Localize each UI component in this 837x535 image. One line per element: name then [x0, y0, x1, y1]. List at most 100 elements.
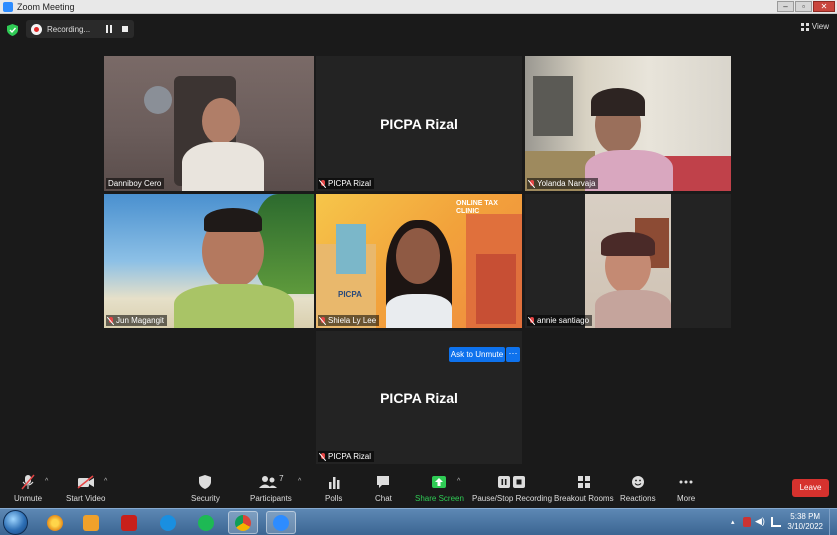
breakout-rooms-label: Breakout Rooms: [554, 494, 614, 503]
window-controls: – ▫ ✕: [777, 1, 835, 12]
taskbar-app-edge[interactable]: [153, 511, 183, 534]
participant-name-tag: Danniboy Cero: [106, 178, 165, 189]
minimize-button[interactable]: –: [777, 1, 794, 12]
participant-name-tag: Jun Magangit: [106, 315, 168, 326]
participants-icon: 7: [258, 474, 284, 490]
participants-count: 7: [279, 474, 284, 483]
video-tile[interactable]: ONLINE TAX CLINIC PICPA Shiela Ly Lee: [316, 194, 522, 328]
recording-icon: [31, 23, 42, 35]
view-button[interactable]: View: [800, 22, 829, 31]
unmute-label: Unmute: [14, 494, 43, 503]
chat-button[interactable]: Chat: [375, 474, 392, 503]
tile-more-button[interactable]: ···: [506, 347, 520, 362]
taskbar-app-media[interactable]: [76, 511, 106, 534]
participant-name-tag: PICPA Rizal: [318, 451, 374, 462]
participant-video: [525, 56, 731, 191]
participants-label: Participants: [250, 494, 292, 503]
spotify-icon: [198, 514, 214, 531]
reactions-label: Reactions: [620, 494, 656, 503]
zoom-logo-icon: [3, 1, 13, 12]
media-player-icon: [83, 514, 99, 531]
meeting-area: Recording... View Danniboy Cero PICPA Ri…: [0, 14, 837, 470]
view-label: View: [811, 22, 829, 31]
recording-label: Recording...: [47, 24, 91, 34]
participant-name-tag: PICPA Rizal: [318, 178, 374, 189]
participant-display-name: PICPA Rizal: [380, 115, 458, 132]
mic-muted-icon: [529, 179, 535, 188]
polls-icon: [328, 474, 340, 490]
tray-app-icon[interactable]: [743, 517, 751, 527]
network-icon[interactable]: [771, 517, 781, 527]
mic-muted-icon: [320, 179, 326, 188]
unmute-button[interactable]: Unmute: [14, 474, 42, 503]
breakout-rooms-button[interactable]: Breakout Rooms: [554, 474, 614, 503]
taskbar-app-spotify[interactable]: [191, 511, 221, 534]
close-button[interactable]: ✕: [813, 1, 835, 12]
mic-muted-icon: [108, 316, 114, 325]
tray-expand-icon[interactable]: ▴: [731, 518, 735, 526]
maximize-button[interactable]: ▫: [795, 1, 812, 12]
participant-name: annie santiago: [537, 316, 590, 325]
participant-name: Yolanda Narvaja: [537, 179, 596, 188]
more-label: More: [677, 494, 696, 503]
system-tray: ▴ ◀) 5:38 PM 3/10/2022: [727, 509, 837, 535]
security-shield-icon[interactable]: [7, 24, 18, 36]
mic-muted-icon: [320, 452, 326, 461]
more-button[interactable]: More: [677, 474, 695, 503]
taskbar-app-zoom[interactable]: [266, 511, 296, 534]
pause-recording-icon[interactable]: [106, 25, 112, 33]
acrobat-icon: [121, 514, 137, 531]
shield-icon: [199, 474, 212, 490]
chat-label: Chat: [375, 494, 392, 503]
participant-video: [104, 56, 314, 191]
recording-indicator: Recording...: [26, 20, 134, 38]
clock-date: 3/10/2022: [787, 522, 823, 531]
pause-stop-recording-button[interactable]: Pause/Stop Recording: [472, 474, 552, 503]
polls-label: Polls: [325, 494, 343, 503]
share-options-caret-icon[interactable]: ^: [457, 478, 460, 485]
video-tile[interactable]: Jun Magangit: [104, 194, 314, 328]
pause-stop-recording-label: Pause/Stop Recording: [472, 494, 553, 503]
polls-button[interactable]: Polls: [325, 474, 342, 503]
leave-button[interactable]: Leave: [792, 479, 829, 497]
mic-muted-icon: [21, 474, 35, 490]
taskbar-app-chrome[interactable]: [228, 511, 258, 534]
share-screen-label: Share Screen: [415, 494, 464, 503]
participant-display-name: PICPA Rizal: [380, 389, 458, 406]
volume-icon[interactable]: ◀): [755, 516, 765, 527]
audio-options-caret-icon[interactable]: ^: [45, 478, 48, 485]
reactions-button[interactable]: Reactions: [620, 474, 656, 503]
participant-video: ONLINE TAX CLINIC PICPA: [316, 194, 522, 328]
participant-name: Shiela Ly Lee: [328, 316, 377, 325]
participants-button[interactable]: 7 Participants: [250, 474, 292, 503]
show-desktop-button[interactable]: [829, 509, 837, 535]
meeting-toolbar: Unmute ^ Start Video ^ Security 7 Partic…: [0, 470, 837, 508]
stop-recording-icon[interactable]: [122, 26, 128, 32]
edge-icon: [160, 514, 176, 531]
window-titlebar: Zoom Meeting – ▫ ✕: [0, 0, 837, 14]
video-tile[interactable]: Yolanda Narvaja: [525, 56, 731, 191]
security-label: Security: [191, 494, 220, 503]
video-tile[interactable]: annie santiago: [525, 194, 731, 328]
participant-name-tag: annie santiago: [527, 315, 593, 326]
taskbar-app-acrobat[interactable]: [114, 511, 144, 534]
participant-name: Jun Magangit: [116, 316, 165, 325]
mic-muted-icon: [320, 316, 326, 325]
ask-to-unmute-button[interactable]: Ask to Unmute: [449, 347, 505, 362]
security-button[interactable]: Security: [191, 474, 220, 503]
participant-name: PICPA Rizal: [328, 179, 371, 188]
video-options-caret-icon[interactable]: ^: [104, 478, 107, 485]
video-tile[interactable]: PICPA Rizal PICPA Rizal: [316, 56, 522, 191]
participant-video: [525, 194, 731, 328]
mic-muted-icon: [529, 316, 535, 325]
taskbar-clock[interactable]: 5:38 PM 3/10/2022: [787, 512, 823, 532]
start-button[interactable]: [3, 510, 28, 535]
clock-time: 5:38 PM: [790, 512, 821, 521]
participant-video: [104, 194, 314, 328]
video-tile[interactable]: Danniboy Cero: [104, 56, 314, 191]
participant-name: PICPA Rizal: [328, 452, 371, 461]
participants-options-caret-icon[interactable]: ^: [298, 478, 301, 485]
start-video-button[interactable]: Start Video: [66, 474, 105, 503]
chat-icon: [376, 474, 390, 490]
taskbar-app-ie[interactable]: [40, 511, 70, 534]
